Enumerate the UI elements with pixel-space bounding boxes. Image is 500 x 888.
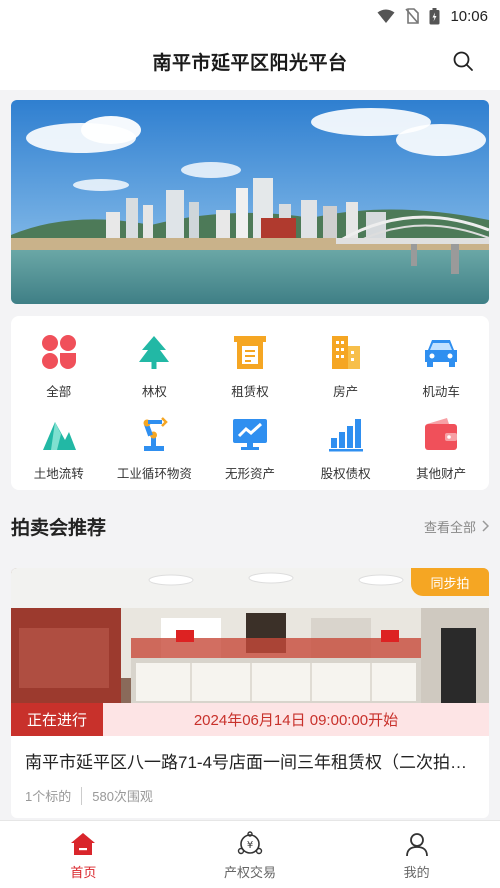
category-label: 全部 bbox=[46, 385, 72, 399]
view-all-label: 查看全部 bbox=[423, 519, 476, 535]
category-lease[interactable]: 租赁权 bbox=[202, 326, 298, 408]
monitor-icon bbox=[232, 419, 267, 450]
status-badge: 正在进行 bbox=[11, 703, 103, 736]
tab-label: 产权交易 bbox=[224, 865, 277, 880]
no-sim-icon bbox=[405, 8, 420, 24]
clock: 10:06 bbox=[450, 7, 488, 25]
category-intangible[interactable]: 无形资产 bbox=[202, 408, 298, 490]
exchange-icon: ¥ bbox=[237, 831, 263, 855]
category-land[interactable]: 土地流转 bbox=[11, 408, 107, 490]
sync-auction-badge: 同步拍 bbox=[411, 568, 489, 596]
land-icon bbox=[42, 422, 76, 450]
start-time: 2024年06月14日 09:00:00开始 bbox=[103, 703, 489, 736]
category-property[interactable]: 房产 bbox=[298, 326, 394, 408]
building-icon bbox=[331, 336, 360, 369]
tab-profile[interactable]: 我的 bbox=[333, 821, 500, 888]
auction-section-header: 拍卖会推荐 查看全部 bbox=[11, 506, 489, 546]
category-label: 机动车 bbox=[422, 385, 460, 399]
category-label: 林权 bbox=[141, 385, 167, 399]
category-label: 租赁权 bbox=[231, 385, 269, 399]
page-title: 南平市延平区阳光平台 bbox=[152, 52, 348, 74]
category-all[interactable]: 全部 bbox=[11, 326, 107, 408]
search-icon[interactable] bbox=[452, 50, 474, 72]
section-title: 拍卖会推荐 bbox=[11, 517, 107, 539]
status-bar: 10:06 bbox=[0, 0, 500, 32]
tab-home[interactable]: 首页 bbox=[0, 821, 167, 888]
car-icon bbox=[425, 340, 458, 367]
banner[interactable] bbox=[11, 100, 489, 304]
tab-label: 我的 bbox=[403, 865, 430, 880]
auction-status-row: 正在进行 2024年06月14日 09:00:00开始 bbox=[11, 703, 489, 736]
view-count: 580次围观 bbox=[92, 789, 153, 804]
view-all-link[interactable]: 查看全部 bbox=[424, 517, 489, 536]
auction-card[interactable]: 同步拍 正在进行 2024年06月14日 09:00:00开始 南平市延平区八一… bbox=[11, 568, 489, 818]
all-icon bbox=[41, 335, 76, 369]
lease-icon bbox=[233, 336, 266, 369]
bar-chart-icon bbox=[328, 419, 363, 452]
home-icon bbox=[71, 833, 96, 855]
category-label: 其他财产 bbox=[416, 467, 467, 481]
category-label: 土地流转 bbox=[33, 467, 84, 481]
tree-icon bbox=[139, 336, 170, 369]
category-label: 工业循环物资 bbox=[116, 467, 192, 481]
category-forest[interactable]: 林权 bbox=[107, 326, 203, 408]
lot-count: 1个标的 bbox=[25, 789, 72, 804]
battery-icon bbox=[429, 7, 440, 24]
robot-arm-icon bbox=[143, 417, 169, 451]
app-header: 南平市延平区阳光平台 bbox=[0, 32, 500, 90]
user-icon bbox=[405, 833, 428, 857]
wallet-icon bbox=[425, 418, 458, 450]
tab-label: 首页 bbox=[70, 865, 97, 880]
category-label: 无形资产 bbox=[224, 467, 275, 481]
category-other[interactable]: 其他财产 bbox=[393, 408, 489, 490]
city-river-bridge-photo bbox=[11, 100, 489, 304]
chevron-right-icon bbox=[482, 520, 489, 532]
category-grid: 全部 林权 租赁权 房产 机动车 土地流转 工业循环物资 无形资产 股权债权 其… bbox=[11, 316, 489, 490]
category-industrial[interactable]: 工业循环物资 bbox=[107, 408, 203, 490]
category-label: 股权债权 bbox=[320, 467, 371, 481]
auction-title: 南平市延平区八一路71-4号店面一间三年租赁权（二次拍卖） bbox=[25, 753, 475, 772]
category-vehicle[interactable]: 机动车 bbox=[393, 326, 489, 408]
divider bbox=[81, 786, 83, 805]
wifi-icon bbox=[377, 9, 395, 23]
bottom-tab-bar: 首页 ¥ 产权交易 我的 bbox=[0, 820, 500, 888]
auction-meta: 1个标的 580次围观 bbox=[25, 786, 153, 805]
tab-property-exchange[interactable]: ¥ 产权交易 bbox=[167, 821, 334, 888]
category-label: 房产 bbox=[333, 385, 359, 399]
svg-text:¥: ¥ bbox=[247, 840, 253, 851]
category-equity[interactable]: 股权债权 bbox=[298, 408, 394, 490]
